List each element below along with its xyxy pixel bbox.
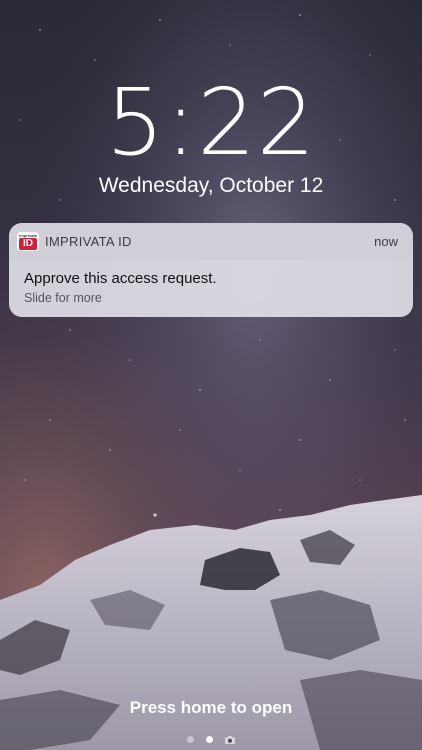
camera-icon[interactable] (224, 735, 236, 745)
notification-app-name: IMPRIVATA ID (45, 234, 132, 249)
imprivata-id-icon: imprivata ID (17, 232, 39, 251)
press-home-hint: Press home to open (129, 698, 293, 717)
notification-subtitle: Slide for more (24, 291, 102, 305)
lock-screen: 5:22 Wednesday, October 12 imprivata ID … (0, 0, 422, 750)
page-dot-1[interactable] (187, 736, 194, 743)
lock-date: Wednesday, October 12 (98, 174, 324, 197)
page-dot-2[interactable] (206, 736, 213, 743)
app-icon-badge: ID (19, 238, 37, 250)
notification-title: Approve this access request. (24, 270, 217, 287)
page-indicator[interactable] (0, 734, 422, 746)
notification-time: now (374, 234, 398, 249)
lock-clock: 5:22 (105, 69, 317, 176)
notification-header: imprivata ID IMPRIVATA ID now (9, 223, 413, 260)
notification-card[interactable]: imprivata ID IMPRIVATA ID now Approve th… (9, 223, 413, 317)
